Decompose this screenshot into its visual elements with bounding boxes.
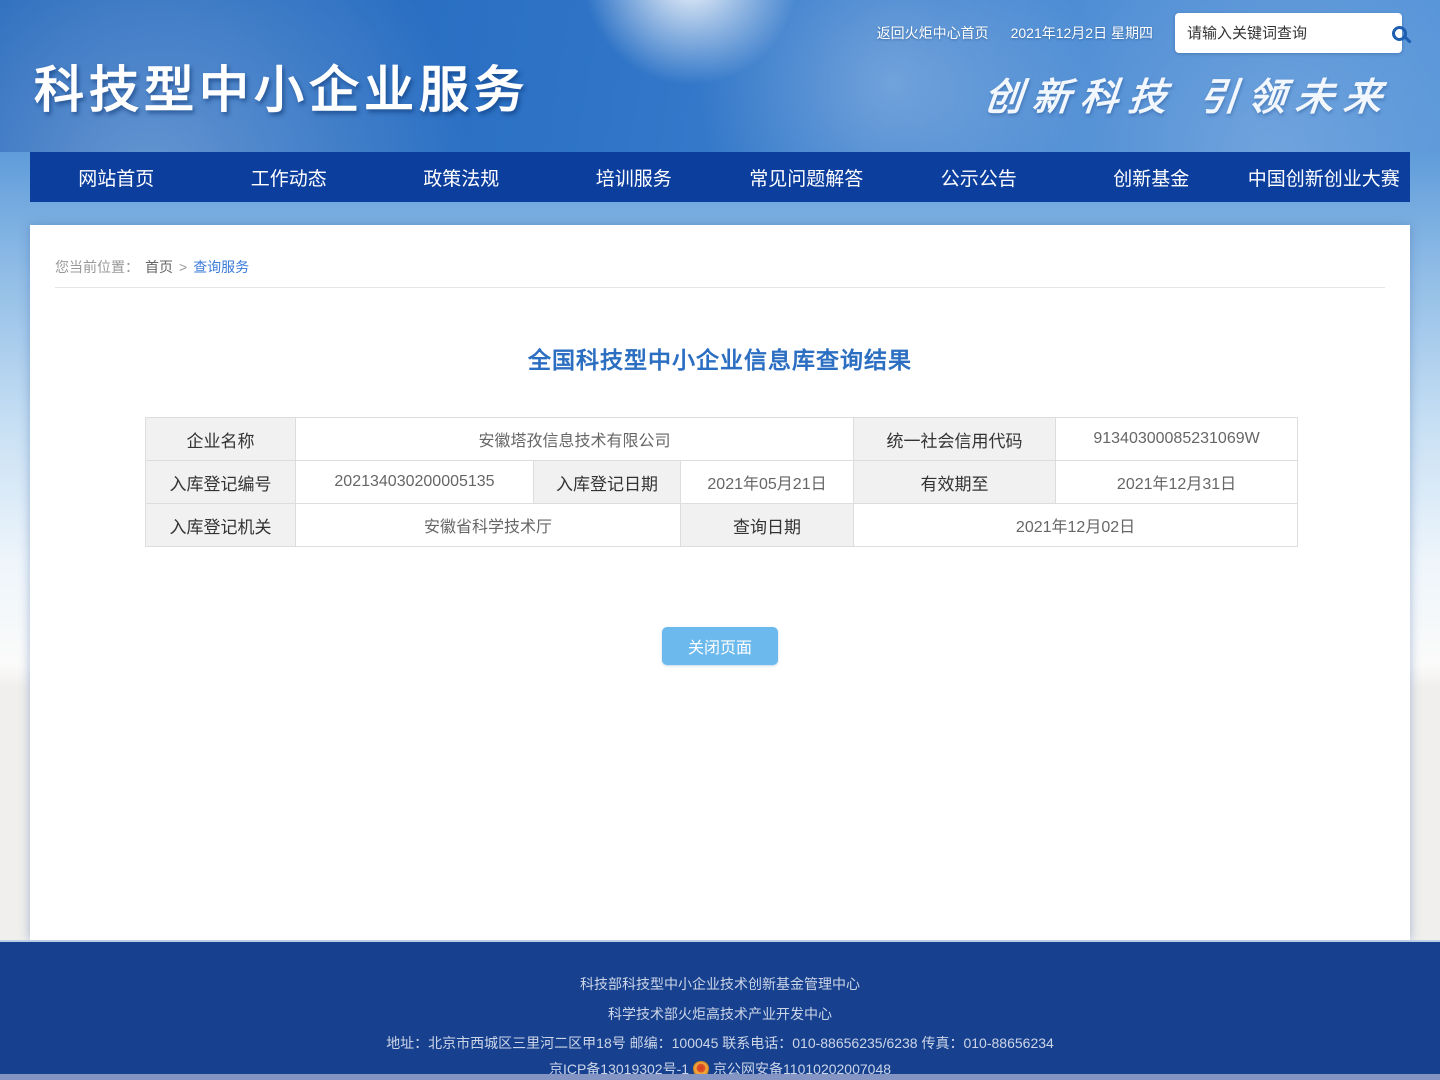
table-row: 入库登记编号 202134030200005135 入库登记日期 2021年05… xyxy=(146,461,1298,504)
close-page-button[interactable]: 关闭页面 xyxy=(662,627,778,665)
table-row: 入库登记机关 安徽省科学技术厅 查询日期 2021年12月02日 xyxy=(146,504,1298,547)
query-date-label: 查询日期 xyxy=(681,504,854,547)
nav-item-work-trends[interactable]: 工作动态 xyxy=(203,152,376,202)
nav-item-announcements[interactable]: 公示公告 xyxy=(893,152,1066,202)
query-result-table: 企业名称 安徽塔孜信息技术有限公司 统一社会信用代码 9134030008523… xyxy=(145,417,1298,547)
breadcrumb: 您当前位置： 首页 > 查询服务 xyxy=(55,257,249,277)
table-row: 企业名称 安徽塔孜信息技术有限公司 统一社会信用代码 9134030008523… xyxy=(146,418,1298,461)
nav-item-faq[interactable]: 常见问题解答 xyxy=(720,152,893,202)
current-date: 2021年12月2日 星期四 xyxy=(1011,23,1153,43)
valid-until-label: 有效期至 xyxy=(854,461,1056,504)
top-utility-bar: 返回火炬中心首页 2021年12月2日 星期四 xyxy=(877,13,1402,53)
credit-code-value: 91340300085231069W xyxy=(1056,418,1298,461)
search-input[interactable] xyxy=(1187,25,1386,42)
breadcrumb-current-link[interactable]: 查询服务 xyxy=(193,257,249,277)
breadcrumb-home-link[interactable]: 首页 xyxy=(145,257,173,277)
main-navigation: 网站首页 工作动态 政策法规 培训服务 常见问题解答 公示公告 创新基金 中国创… xyxy=(30,152,1410,202)
site-header: 科技型中小企业服务 创新科技 引领未来 返回火炬中心首页 2021年12月2日 … xyxy=(0,0,1440,152)
breadcrumb-separator: > xyxy=(179,259,187,275)
nav-item-innovation-fund[interactable]: 创新基金 xyxy=(1065,152,1238,202)
page-title: 全国科技型中小企业信息库查询结果 xyxy=(30,341,1410,375)
registration-authority-label: 入库登记机关 xyxy=(146,504,296,547)
registration-date-value: 2021年05月21日 xyxy=(681,461,854,504)
enterprise-name-value: 安徽塔孜信息技术有限公司 xyxy=(296,418,854,461)
valid-until-value: 2021年12月31日 xyxy=(1056,461,1298,504)
content-panel: 您当前位置： 首页 > 查询服务 全国科技型中小企业信息库查询结果 企业名称 安… xyxy=(30,225,1410,940)
nav-item-training[interactable]: 培训服务 xyxy=(548,152,721,202)
return-torch-home-link[interactable]: 返回火炬中心首页 xyxy=(877,23,989,43)
footer-org-1: 科技部科技型中小企业技术创新基金管理中心 xyxy=(0,974,1440,994)
breadcrumb-divider xyxy=(55,287,1385,288)
nav-item-innovation-contest[interactable]: 中国创新创业大赛 xyxy=(1238,152,1411,202)
enterprise-name-label: 企业名称 xyxy=(146,418,296,461)
search-box[interactable] xyxy=(1175,13,1402,53)
nav-item-policies[interactable]: 政策法规 xyxy=(375,152,548,202)
search-icon[interactable] xyxy=(1392,26,1407,41)
registration-number-value: 202134030200005135 xyxy=(296,461,534,504)
footer-contact-info: 地址：北京市西城区三里河二区甲18号 邮编：100045 联系电话：010-88… xyxy=(0,1033,1440,1053)
footer-bottom-strip xyxy=(0,1074,1440,1080)
registration-date-label: 入库登记日期 xyxy=(534,461,681,504)
registration-number-label: 入库登记编号 xyxy=(146,461,296,504)
footer-org-2: 科学技术部火炬高技术产业开发中心 xyxy=(0,1004,1440,1024)
credit-code-label: 统一社会信用代码 xyxy=(854,418,1056,461)
site-footer: 科技部科技型中小企业技术创新基金管理中心 科学技术部火炬高技术产业开发中心 地址… xyxy=(0,940,1440,1080)
query-date-value: 2021年12月02日 xyxy=(854,504,1298,547)
registration-authority-value: 安徽省科学技术厅 xyxy=(296,504,681,547)
site-slogan: 创新科技 引领未来 xyxy=(982,66,1395,121)
nav-item-home[interactable]: 网站首页 xyxy=(30,152,203,202)
breadcrumb-prefix: 您当前位置： xyxy=(55,257,139,277)
site-logo: 科技型中小企业服务 xyxy=(34,50,529,122)
